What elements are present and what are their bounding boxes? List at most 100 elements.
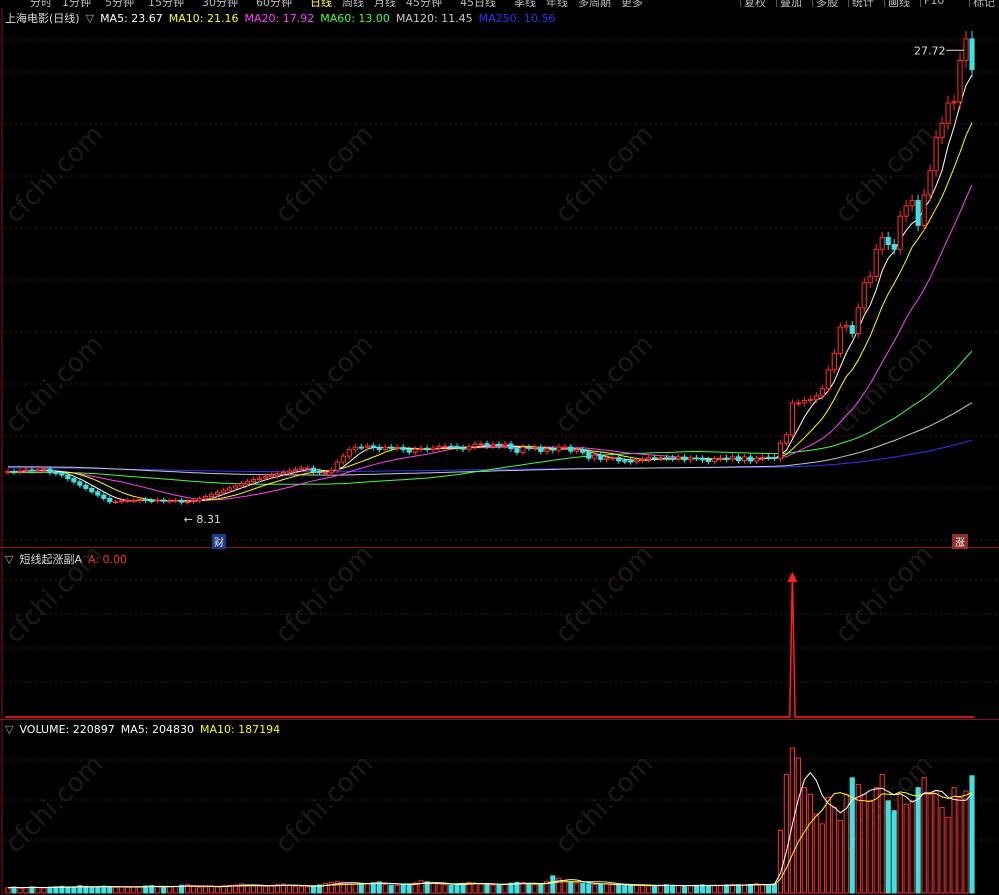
volume-bar (496, 884, 502, 894)
candle-body (334, 461, 340, 471)
volume-bar (17, 887, 23, 894)
volume-bar (197, 886, 203, 894)
volume-bar (262, 886, 269, 894)
volume-bar (616, 884, 622, 894)
volume-bar (580, 882, 586, 894)
candle-body (340, 455, 346, 463)
candle-body (879, 236, 885, 250)
candle-body (310, 467, 316, 472)
volume-bar (598, 883, 604, 894)
candle-body (484, 443, 490, 447)
candle-body (891, 244, 897, 250)
candle-body (640, 458, 646, 461)
volume-bar (520, 882, 526, 894)
volume-bar (250, 885, 257, 894)
volume-bar (897, 793, 903, 894)
volume-bar (813, 813, 819, 894)
volume-bar (957, 797, 963, 894)
volume-bar (107, 886, 113, 894)
ma-line (7, 74, 973, 502)
volume-bar (191, 886, 197, 894)
volume-bar (939, 806, 945, 894)
volume-bar (723, 884, 730, 894)
candle-body (508, 443, 514, 450)
candle-body (789, 402, 795, 436)
volume-bar (208, 885, 215, 894)
candle-body (430, 447, 436, 450)
candle-body (418, 447, 424, 450)
kline-chart[interactable]: cfchi.com cfchi.com cfchi.com cfchi.com cfch… (0, 0, 999, 895)
volume-bar (256, 885, 263, 894)
volume-bar (532, 883, 538, 894)
candle-body (65, 474, 71, 480)
volume-bar (586, 883, 592, 894)
ma-line (7, 122, 973, 502)
candle-body (831, 352, 837, 371)
volume-bar (502, 883, 508, 894)
candle-body (897, 215, 903, 250)
candle-body (298, 467, 304, 471)
volume-bar (89, 886, 95, 894)
watermark-text: cfchi.com (829, 539, 939, 649)
candle-body (454, 445, 460, 449)
volume-bar (705, 884, 712, 894)
candle-body (119, 500, 125, 503)
volume-bar (161, 886, 167, 894)
candle-body (155, 499, 161, 502)
volume-bar (795, 757, 801, 894)
candle-body (23, 469, 29, 472)
volume-bar (789, 747, 795, 894)
volume-bar (622, 885, 628, 894)
candle-body (699, 457, 706, 461)
volume-bar (640, 884, 646, 894)
candle-body (634, 459, 640, 463)
candle-body (783, 434, 789, 444)
candle-body (682, 456, 688, 461)
volume-bar (484, 884, 490, 894)
volume-bar (400, 884, 406, 894)
candle-body (622, 460, 628, 463)
candle-body (969, 38, 975, 71)
volume-bar (747, 884, 754, 894)
candle-body (765, 456, 772, 459)
watermark-text: cfchi.com (0, 539, 109, 649)
candle-body (274, 473, 281, 476)
volume-bar (765, 884, 772, 894)
volume-bar (646, 885, 652, 894)
candle-body (346, 449, 352, 457)
volume-bar (819, 823, 825, 894)
volume-bar (945, 816, 951, 894)
watermark-text: cfchi.com (269, 539, 379, 649)
candle-body (610, 457, 616, 460)
volume-bar (837, 820, 843, 894)
candle-body (652, 457, 658, 460)
candle-body (676, 456, 682, 460)
candle-body (226, 487, 233, 491)
volume-bar (592, 884, 598, 894)
candle-body (382, 446, 388, 450)
candle-body (670, 457, 676, 460)
candle-body (352, 446, 358, 451)
volume-bar (370, 882, 376, 894)
volume-bar (119, 886, 125, 894)
watermark-text: cfchi.com (0, 749, 109, 859)
volume-bar (873, 787, 879, 894)
candle-body (95, 491, 101, 496)
candle-body (478, 443, 484, 446)
candle-body (167, 500, 173, 503)
volume-bar (472, 882, 478, 894)
volume-bar (406, 883, 412, 894)
volume-bar (717, 885, 724, 894)
candle-body (322, 472, 328, 475)
candle-body (179, 499, 185, 503)
volume-bar (292, 885, 298, 894)
candle-body (268, 474, 275, 478)
volume-bar (741, 884, 748, 894)
candle-body (316, 470, 322, 474)
candle-body (705, 459, 712, 463)
volume-bar (41, 887, 47, 894)
candle-body (867, 275, 873, 284)
candle-body (53, 472, 59, 475)
candle-body (292, 469, 298, 472)
candle-body (328, 469, 334, 474)
